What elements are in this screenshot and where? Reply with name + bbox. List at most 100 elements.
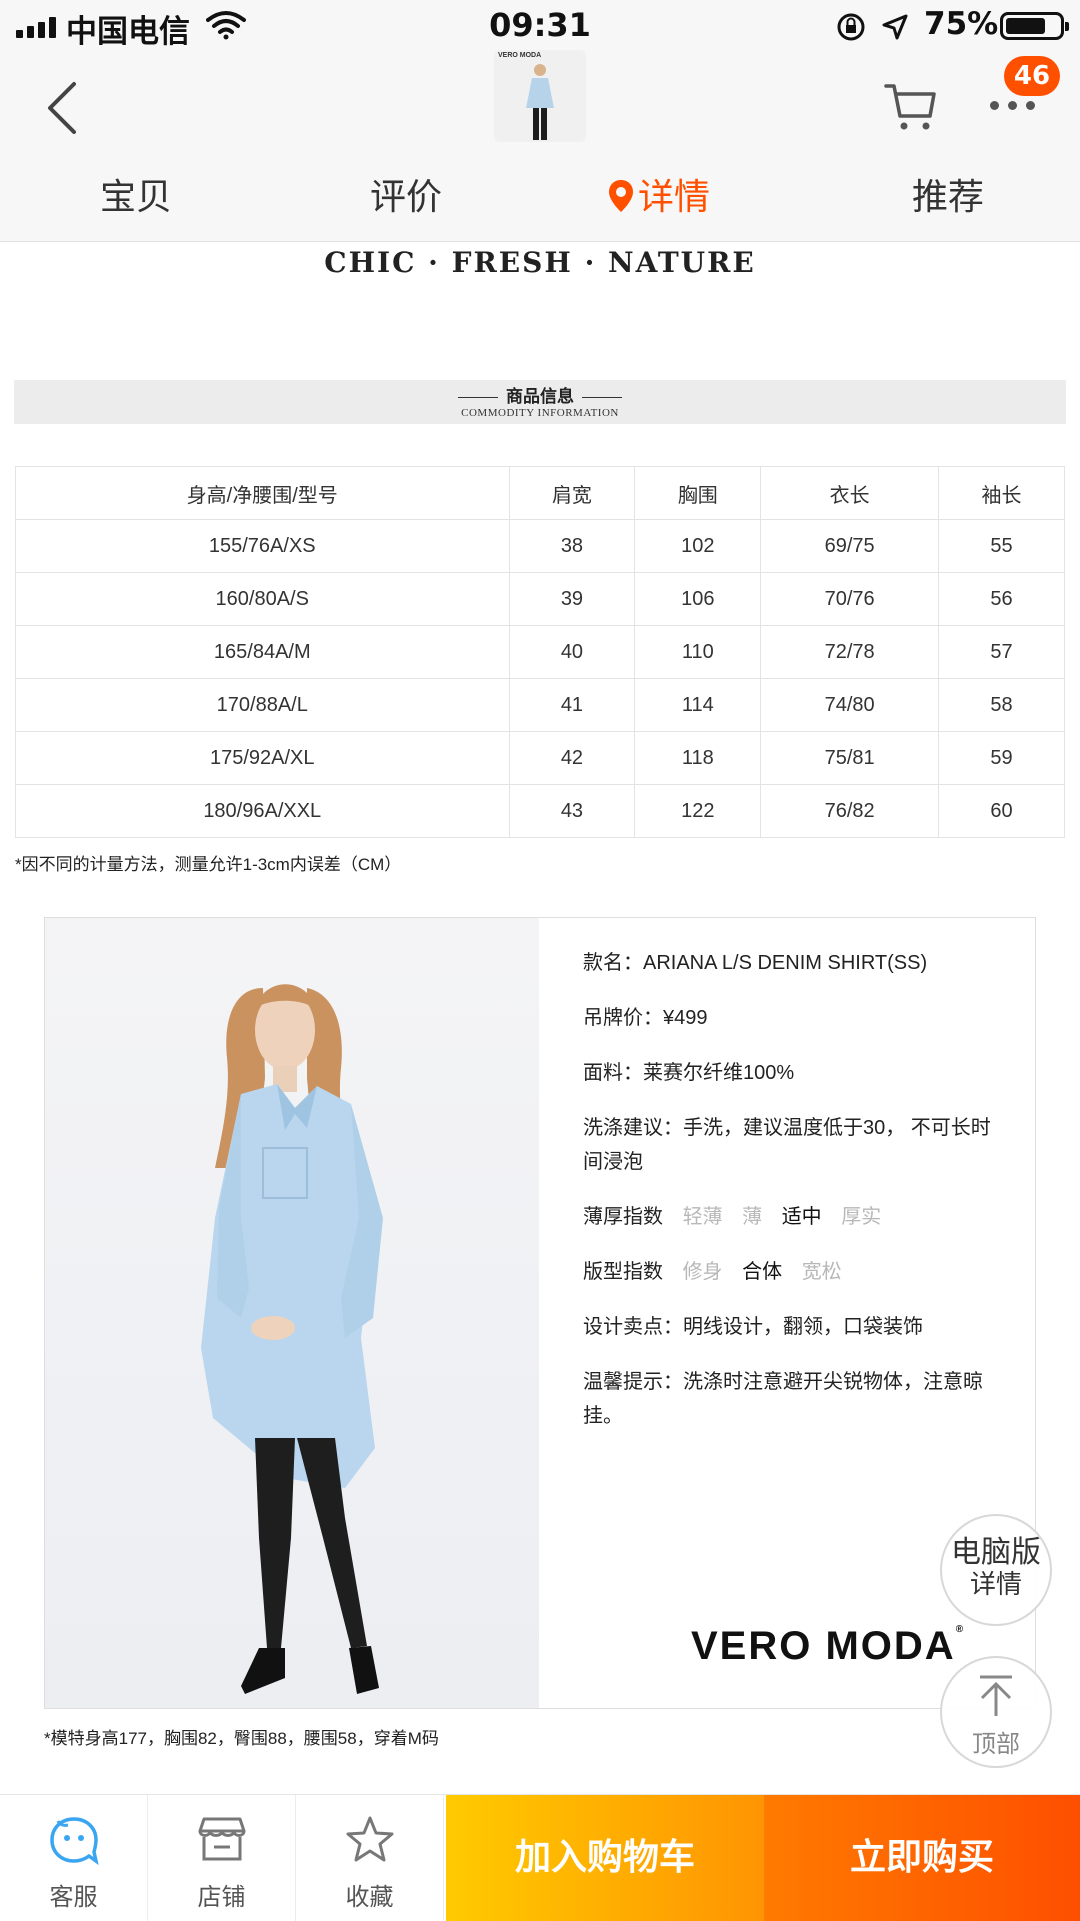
bottom-action-bar: 客服 店铺 收藏 加入购物车 立即购买 [0,1794,1080,1921]
tab-reviews[interactable]: 评价 [370,168,442,220]
cart-button[interactable] [884,82,938,132]
thumbnail-model-image [526,64,554,140]
battery-percent: 75% [924,6,999,42]
table-cell: 42 [508,731,636,785]
back-to-top-label: 顶部 [972,1730,1020,1758]
battery-fill [1006,18,1045,34]
fit-option-selected: 合体 [742,1261,783,1283]
column-header: 身高/净腰围/型号 [15,466,510,520]
thickness-option: 薄 [742,1206,763,1228]
table-cell: 72/78 [760,625,940,679]
chevron-left-icon [48,82,76,134]
design-features: 设计卖点：明线设计，翻领，口袋装饰 [583,1316,923,1338]
thickness-index: 薄厚指数 轻薄 薄 适中 厚实 [583,1200,1003,1234]
table-cell: 56 [938,572,1065,626]
table-cell: 180/96A/XXL [15,784,510,838]
fabric: 面料：莱赛尔纤维100% [583,1062,795,1084]
table-cell: 58 [938,678,1065,732]
table-row: 180/96A/XXL 43 122 76/82 60 [15,784,1065,838]
table-cell: 70/76 [760,572,940,626]
section-title-text: 商品信息 [506,387,574,407]
table-cell: 43 [508,784,636,838]
brand-logo-text: VERO MODA [691,1624,956,1668]
column-header: 袖长 [938,466,1065,520]
table-cell: 75/81 [760,731,940,785]
favorite-button[interactable]: 收藏 [296,1795,444,1921]
model-illustration [201,984,383,1694]
location-arrow-icon [880,12,910,46]
table-header-row: 身高/净腰围/型号 肩宽 胸围 衣长 袖长 [15,466,1065,520]
table-cell: 165/84A/M [15,625,510,679]
table-row: 175/92A/XL 42 118 75/81 59 [15,731,1065,785]
table-cell: 57 [938,625,1065,679]
tab-recommend[interactable]: 推荐 [912,168,984,220]
battery-icon [1000,12,1069,40]
detail-tabs: 宝贝 评价 详情 推荐 [0,142,1080,242]
tab-item[interactable]: 宝贝 [100,168,172,220]
table-cell: 106 [634,572,762,626]
add-to-cart-button[interactable]: 加入购物车 [446,1795,764,1921]
table-cell: 118 [634,731,762,785]
fit-label: 版型指数 [583,1261,663,1283]
size-table: 身高/净腰围/型号 肩宽 胸围 衣长 袖长 155/76A/XS 38 102 … [15,466,1065,838]
column-header: 肩宽 [508,466,636,520]
customer-service-button[interactable]: 客服 [0,1795,148,1921]
table-cell: 60 [938,784,1065,838]
customer-service-label: 客服 [49,1883,98,1911]
table-cell: 102 [634,519,762,573]
brand-logo: VERO MODA® [691,1624,966,1668]
more-button[interactable] [990,96,1036,116]
column-header: 衣长 [760,466,940,520]
table-cell: 39 [508,572,636,626]
table-cell: 55 [938,519,1065,573]
desktop-label-line1: 电脑版 [951,1535,1041,1570]
table-cell: 175/92A/XL [15,731,510,785]
table-row: 170/88A/L 41 114 74/80 58 [15,678,1065,732]
table-cell: 74/80 [760,678,940,732]
thickness-option: 轻薄 [682,1206,723,1228]
rotation-lock-icon [836,12,866,46]
model-photo [45,918,539,1708]
product-name: 款名：ARIANA L/S DENIM SHIRT(SS) [583,952,928,974]
product-info-card: 款名：ARIANA L/S DENIM SHIRT(SS) 吊牌价：¥499 面… [44,917,1036,1709]
back-to-top-button[interactable]: 顶部 [940,1656,1052,1768]
back-button[interactable] [40,80,88,136]
customer-service-icon [48,1815,100,1871]
table-cell: 38 [508,519,636,573]
model-size-note: *模特身高177，胸围82，臀围88，腰围58，穿着M码 [44,1729,439,1748]
table-cell: 155/76A/XS [15,519,510,573]
star-icon [345,1815,395,1869]
arrow-up-icon [980,1675,1012,1716]
table-row: 165/84A/M 40 110 72/78 57 [15,625,1065,679]
tab-details[interactable]: 详情 [608,168,710,222]
desktop-label-line2: 详情 [969,1570,1022,1600]
table-cell: 114 [634,678,762,732]
care-tips: 温馨提示：洗涤时注意避开尖锐物体，注意晾挂。 [583,1371,983,1427]
status-bar: 中国电信 09:31 75% [0,0,1080,52]
thickness-option-selected: 适中 [781,1206,822,1228]
shop-button[interactable]: 店铺 [148,1795,296,1921]
desktop-version-button[interactable]: 电脑版 详情 [940,1514,1052,1626]
message-count-badge: 46 [1004,56,1060,96]
tab-details-label: 详情 [638,177,711,218]
table-cell: 110 [634,625,762,679]
more-icon [990,101,999,110]
table-cell: 41 [508,678,636,732]
table-cell: 170/88A/L [15,678,510,732]
cart-icon [884,84,936,130]
table-cell: 69/75 [760,519,940,573]
table-row: 155/76A/XS 38 102 69/75 55 [15,519,1065,573]
wash-advice: 洗涤建议：手洗，建议温度低于30， 不可长时间浸泡 [583,1117,991,1173]
thickness-option: 厚实 [841,1206,882,1228]
table-cell: 40 [508,625,636,679]
section-title: 商品信息 [14,380,1066,407]
table-row: 160/80A/S 39 106 70/76 56 [15,572,1065,626]
tag-price: 吊牌价：¥499 [583,1007,708,1029]
product-thumbnail[interactable]: VERO MODA [494,50,586,142]
fit-index: 版型指数 修身 合体 宽松 [583,1255,1003,1289]
thickness-label: 薄厚指数 [583,1206,663,1228]
table-cell: 160/80A/S [15,572,510,626]
section-subtitle: COMMODITY INFORMATION [461,407,619,419]
clock: 09:31 [489,6,591,44]
buy-now-button[interactable]: 立即购买 [764,1795,1080,1921]
